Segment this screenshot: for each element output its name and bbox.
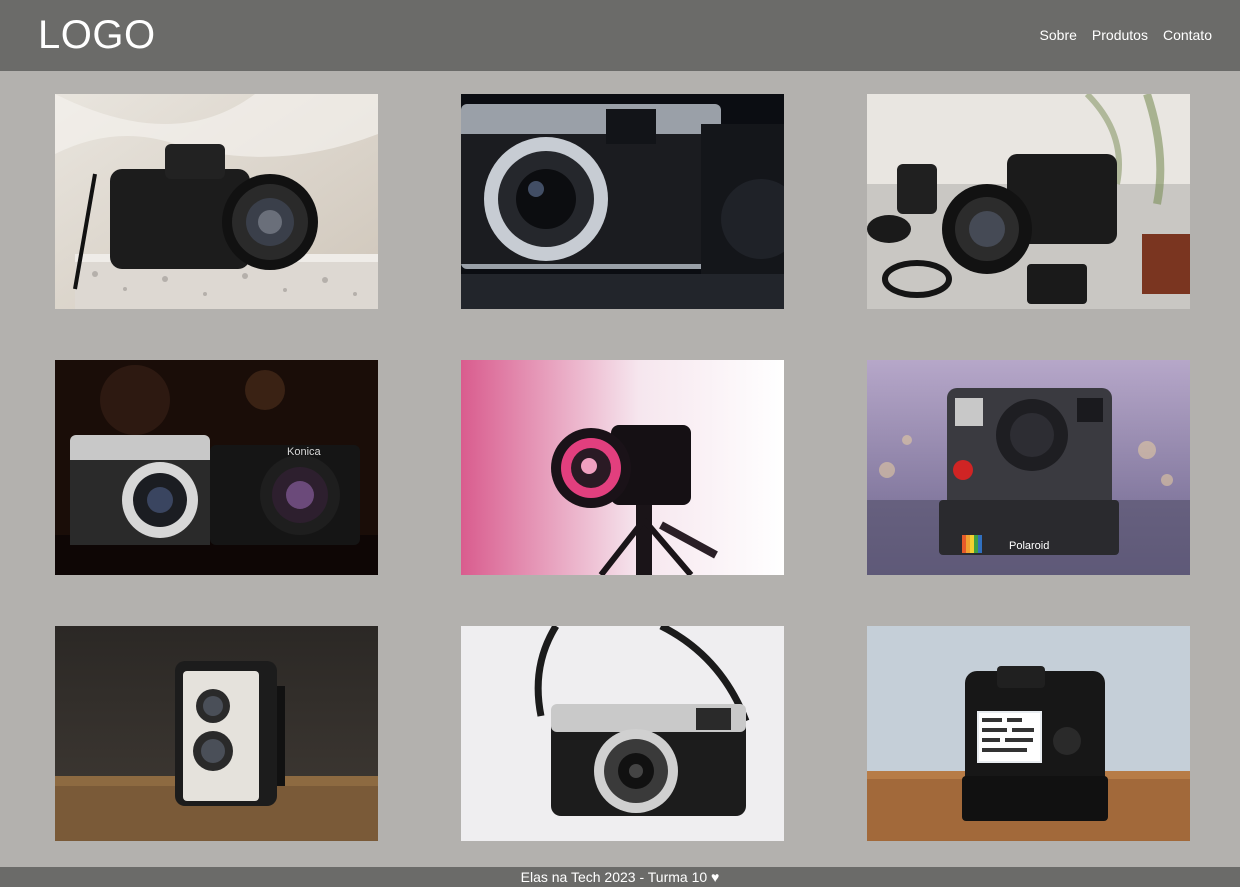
- gallery-image-2[interactable]: [461, 94, 784, 309]
- gallery-image-1[interactable]: [55, 94, 378, 309]
- gallery-image-8[interactable]: [461, 626, 784, 841]
- gallery-image-4[interactable]: Konica: [55, 360, 378, 575]
- nav-link-contato[interactable]: Contato: [1163, 27, 1212, 43]
- footer-text: Elas na Tech 2023 - Turma 10 ♥: [520, 869, 720, 885]
- main-nav: Sobre Produtos Contato: [1040, 27, 1212, 43]
- nav-link-produtos[interactable]: Produtos: [1092, 27, 1148, 43]
- konica-text: Konica: [287, 446, 322, 458]
- gallery-image-5[interactable]: [461, 360, 784, 575]
- header-bar: LOGO Sobre Produtos Contato: [0, 0, 1240, 71]
- nav-link-sobre[interactable]: Sobre: [1040, 27, 1077, 43]
- footer: Elas na Tech 2023 - Turma 10 ♥: [0, 867, 1240, 887]
- logo[interactable]: LOGO: [38, 13, 156, 57]
- polaroid-text: Polaroid: [1009, 540, 1049, 552]
- gallery-image-9[interactable]: [867, 626, 1190, 841]
- gallery-image-7[interactable]: [55, 626, 378, 841]
- gallery-image-3[interactable]: [867, 94, 1190, 309]
- gallery-image-6[interactable]: Polaroid: [867, 360, 1190, 575]
